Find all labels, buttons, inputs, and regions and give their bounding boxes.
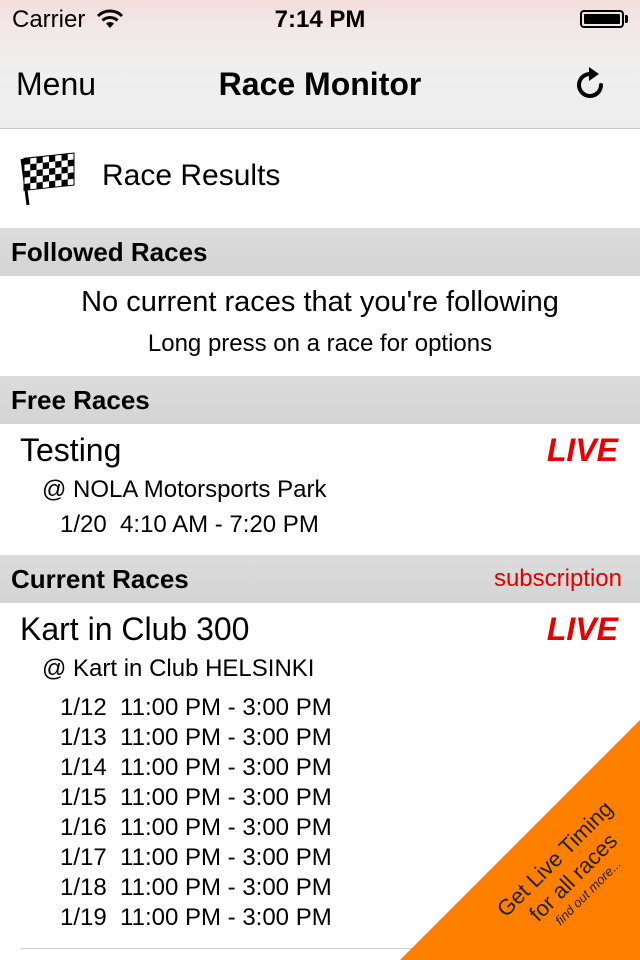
race-row-testing[interactable]: Testing LIVE @ NOLA Motorsports Park 1/2…	[0, 424, 640, 555]
followed-races-header: Followed Races	[0, 228, 640, 276]
race-date: 1/18 11:00 PM - 3:00 PM	[60, 874, 332, 901]
page-title: Race Monitor	[218, 66, 422, 102]
race-date: 1/17 11:00 PM - 3:00 PM	[60, 844, 332, 871]
race-date: 1/15 11:00 PM - 3:00 PM	[60, 784, 332, 811]
race-date: 1/12 11:00 PM - 3:00 PM	[60, 694, 332, 721]
race-name: Testing	[20, 432, 122, 468]
current-races-header: Current Races subscription	[0, 555, 640, 603]
section-title: Free Races	[11, 385, 150, 415]
section-title: Followed Races	[11, 237, 208, 267]
race-date: 1/16 11:00 PM - 3:00 PM	[60, 814, 332, 841]
empty-hint: Long press on a race for options	[147, 330, 493, 357]
status-bar: Carrier 7:14 PM	[0, 0, 640, 40]
race-name: Kart in Club 300	[20, 611, 250, 647]
race-date: 1/19 11:00 PM - 3:00 PM	[60, 904, 332, 931]
status-time: 7:14 PM	[274, 6, 366, 33]
followed-empty-state: No current races that you're following L…	[0, 276, 640, 376]
checkered-flag-icon	[18, 151, 78, 212]
race-results-label: Race Results	[102, 159, 281, 192]
race-results-row[interactable]: Race Results	[0, 129, 640, 227]
race-dates: 1/20 4:10 AM - 7:20 PM	[60, 510, 319, 540]
race-dates: 1/12 11:00 PM - 3:00 PM 1/13 11:00 PM - …	[60, 693, 332, 933]
navigation-bar: Carrier 7:14 PM Menu Race Monitor	[0, 0, 640, 129]
free-races-header: Free Races	[0, 376, 640, 424]
live-badge: LIVE	[546, 432, 618, 468]
section-title: Current Races	[11, 564, 189, 594]
race-venue: @ Kart in Club HELSINKI	[42, 655, 315, 682]
empty-message: No current races that you're following	[81, 286, 559, 318]
race-date: 1/13 11:00 PM - 3:00 PM	[60, 724, 332, 751]
live-badge: LIVE	[546, 611, 618, 647]
race-date: 1/20 4:10 AM - 7:20 PM	[60, 511, 319, 538]
live-timing-promo[interactable]: Get Live Timing for all races find out m…	[400, 720, 640, 960]
battery-tip	[625, 15, 628, 23]
subscription-link[interactable]: subscription	[494, 565, 622, 593]
race-venue: @ NOLA Motorsports Park	[42, 476, 327, 503]
refresh-icon[interactable]	[574, 64, 608, 107]
battery-icon	[580, 10, 624, 28]
race-date: 1/14 11:00 PM - 3:00 PM	[60, 754, 332, 781]
